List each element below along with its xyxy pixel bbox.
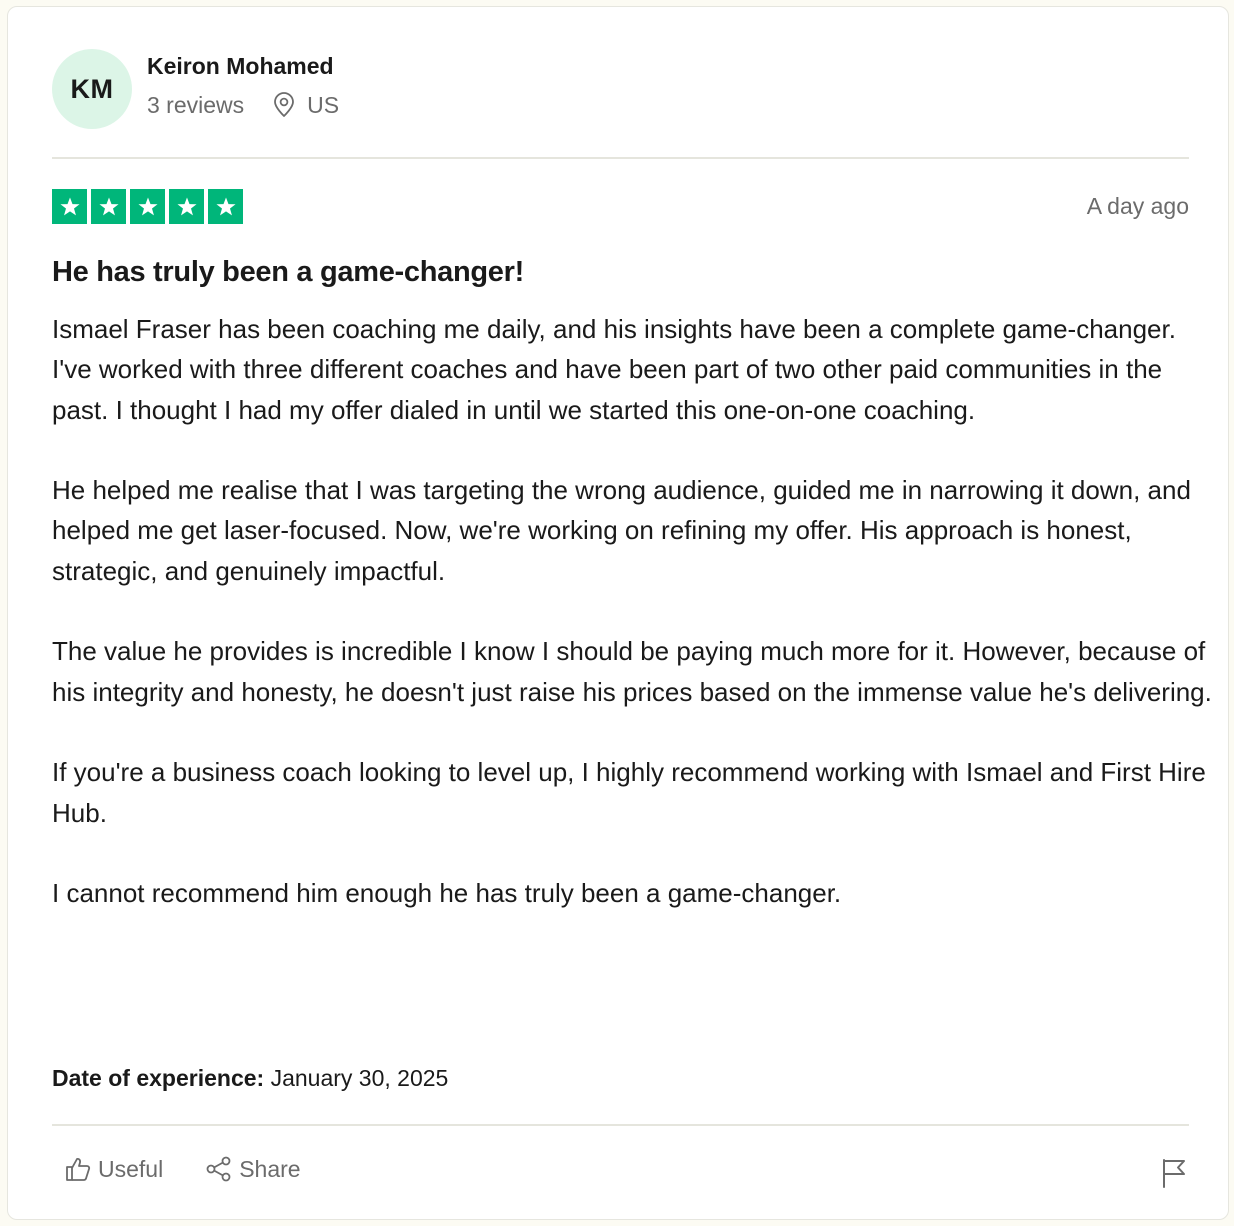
star-icon [208, 189, 243, 224]
report-button[interactable] [1160, 1157, 1188, 1194]
review-card: KM Keiron Mohamed 3 reviews US A day ago… [7, 6, 1229, 1220]
star-icon [91, 189, 126, 224]
experience-date: January 30, 2025 [270, 1065, 449, 1091]
location-label: US [307, 91, 340, 118]
header-divider [52, 157, 1189, 159]
star-icon [130, 189, 165, 224]
consumer-name[interactable]: Keiron Mohamed [147, 52, 339, 80]
star-icon [52, 189, 87, 224]
location-pin-icon [274, 91, 295, 117]
review-actions: Useful Share [64, 1155, 301, 1183]
avatar[interactable]: KM [52, 49, 132, 129]
share-icon [206, 1156, 231, 1182]
flag-icon [1163, 1159, 1185, 1188]
share-label: Share [239, 1155, 301, 1182]
consumer-meta: 3 reviews US [147, 91, 339, 119]
share-button[interactable]: Share [205, 1155, 301, 1183]
rating-row: A day ago [52, 189, 1189, 224]
star-rating [52, 189, 243, 224]
review-title[interactable]: He has truly been a game-changer! [52, 253, 1192, 291]
reviews-count: 3 reviews [147, 91, 245, 118]
consumer-location: US [273, 91, 339, 119]
star-icon [169, 189, 204, 224]
useful-label: Useful [98, 1155, 164, 1182]
consumer-header: KM Keiron Mohamed 3 reviews US [52, 49, 339, 129]
thumbs-up-icon [66, 1158, 91, 1181]
review-body: Ismael Fraser has been coaching me daily… [52, 314, 1212, 909]
consumer-info: Keiron Mohamed 3 reviews US [147, 53, 339, 119]
review-date: A day ago [1086, 193, 1189, 219]
date-of-experience: Date of experience: January 30, 2025 [52, 1064, 448, 1092]
useful-button[interactable]: Useful [64, 1155, 163, 1183]
footer-divider [52, 1124, 1189, 1126]
experience-label: Date of experience: [52, 1065, 265, 1091]
